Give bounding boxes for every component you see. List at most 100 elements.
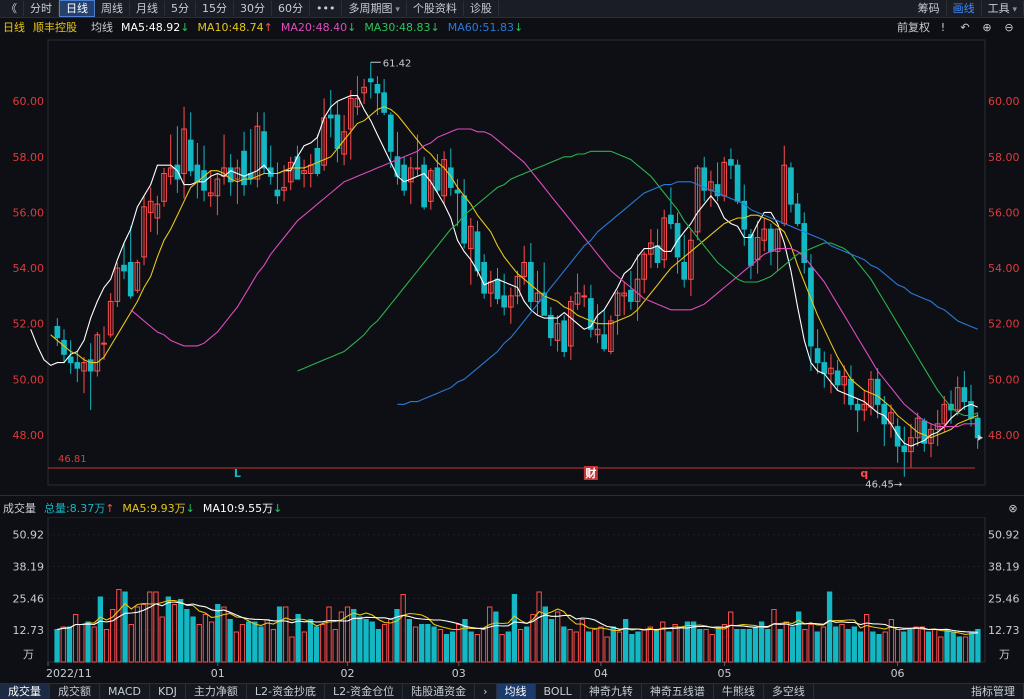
volume-bar (91, 626, 97, 663)
toolbar-right-1[interactable]: 画线 (947, 1, 982, 16)
candle (447, 148, 454, 196)
price-tick-left: 56.00 (13, 206, 45, 219)
volume-bar (140, 604, 147, 663)
ma30-value: MA30:48.83↓ (364, 20, 440, 34)
ma-label[interactable]: 均线 (91, 19, 113, 35)
period-tab-2[interactable]: 日线 (59, 0, 95, 17)
candle (601, 309, 608, 352)
indicator-tab-9[interactable]: 均线 (496, 684, 536, 699)
candle (794, 192, 801, 227)
candle-body (314, 147, 321, 174)
candle (507, 287, 514, 324)
period-tab-4[interactable]: 月线 (130, 1, 165, 16)
indicator-tab-4[interactable]: 主力净额 (186, 684, 247, 699)
alert-icon[interactable]: ! (936, 20, 950, 34)
kline-chart[interactable]: 60.00 60.00 58.00 58.00 56.00 56.00 54.00 54.00… (0, 36, 1024, 493)
volume-bar (215, 604, 221, 663)
low-label: 46.45→ (865, 480, 902, 491)
undo-icon[interactable]: ↶ (958, 20, 972, 34)
period-tab-10[interactable]: 多周期图 (342, 1, 407, 16)
toolbar-right-2[interactable]: 工具 (982, 1, 1024, 16)
candle (561, 315, 568, 358)
volume-bar (252, 621, 258, 663)
volume-tick-right: 50.92 (988, 529, 1020, 542)
close-indicator-icon[interactable]: ⊗ (1006, 501, 1020, 515)
indicator-tab-8[interactable]: › (475, 684, 497, 699)
period-tab-11[interactable]: 个股资料 (407, 1, 464, 16)
candle-body (601, 334, 608, 350)
volume-bar (882, 631, 888, 663)
period-tab-6[interactable]: 15分 (196, 1, 234, 16)
volume-bar (326, 606, 332, 663)
candle-body (127, 262, 134, 297)
candle (87, 343, 94, 410)
candle-body (794, 203, 801, 225)
volume-chart[interactable]: 50.92 50.92 38.19 38.19 25.46 25.46 12.73 12.73… (0, 517, 1024, 683)
candle (154, 195, 161, 235)
volume-bar (66, 626, 73, 663)
volume-bar (789, 626, 796, 663)
candle (307, 154, 314, 188)
stock-name[interactable]: 顺丰控股 (33, 19, 77, 35)
volume-bar (647, 626, 654, 663)
volume-bar (579, 619, 586, 663)
candle-body (261, 131, 267, 169)
volume-bar (388, 619, 394, 663)
candle (628, 270, 634, 310)
volume-bar (264, 619, 270, 663)
period-tab-9[interactable]: ••• (310, 1, 343, 16)
indicator-tab-11[interactable]: 神奇九转 (581, 684, 642, 699)
price-tick-left: 52.00 (13, 318, 45, 331)
volume-bar (363, 619, 369, 663)
period-tab-8[interactable]: 60分 (272, 1, 310, 16)
indicator-tab-12[interactable]: 神奇五线谱 (642, 684, 714, 699)
date-label: 05 (718, 667, 732, 680)
indicator-tab-3[interactable]: KDJ (150, 684, 186, 699)
volume-bar (147, 591, 153, 663)
ma20-value: MA20:48.40↓ (280, 20, 357, 34)
candle-body (187, 139, 194, 172)
zoom-in-icon[interactable]: ⊕ (980, 20, 994, 34)
indicator-tab-2[interactable]: MACD (100, 684, 150, 699)
period-tab-3[interactable]: 周线 (95, 1, 130, 16)
indicator-tab-7[interactable]: 陆股通资金 (403, 684, 476, 699)
volume-bar (771, 609, 777, 663)
period-tab-5[interactable]: 5分 (165, 1, 196, 16)
restore-mode[interactable]: 前复权 (897, 19, 930, 35)
candle (454, 179, 461, 227)
indicator-tab-10[interactable]: BOLL (536, 684, 581, 699)
price-tick-left: 58.00 (13, 151, 45, 164)
indicator-tab-6[interactable]: L2-资金仓位 (325, 684, 404, 699)
date-label: 02 (341, 667, 355, 680)
candle (127, 226, 134, 299)
volume-unit-left: 万 (23, 648, 34, 661)
period-tab-1[interactable]: 分时 (24, 1, 59, 16)
high-label: 61.42 (383, 58, 412, 69)
zoom-out-icon[interactable]: ⊖ (1002, 20, 1016, 34)
volume-label[interactable]: 成交量 (3, 500, 36, 516)
indicator-tab-5[interactable]: L2-资金抄底 (247, 684, 326, 699)
indicator-tab-15[interactable]: 指标管理 (963, 684, 1024, 699)
candle (901, 426, 908, 477)
last-price-pointer (978, 434, 983, 441)
period-tab-0[interactable]: 《 (0, 1, 24, 16)
indicator-tab-1[interactable]: 成交额 (50, 684, 100, 699)
candle (487, 270, 494, 307)
volume-bar (178, 599, 184, 663)
toolbar-right-0[interactable]: 筹码 (912, 1, 947, 16)
indicator-tab-14[interactable]: 多空线 (764, 684, 814, 699)
period-tabs: 《分时日线周线月线5分15分30分60分•••多周期图个股资料诊股 (0, 0, 499, 17)
candle (588, 284, 594, 338)
indicator-tab-0[interactable]: 成交量 (0, 684, 50, 699)
candle-body (461, 195, 467, 244)
volume-bar (907, 629, 913, 663)
candle-body (881, 403, 888, 425)
candle (314, 134, 321, 177)
volume-bar (956, 636, 963, 663)
indicator-tab-13[interactable]: 牛熊线 (714, 684, 764, 699)
candle (568, 295, 574, 360)
period-tab-12[interactable]: 诊股 (464, 1, 499, 16)
candle (401, 156, 407, 196)
period-tab-7[interactable]: 30分 (234, 1, 272, 16)
volume-bar (944, 629, 950, 663)
